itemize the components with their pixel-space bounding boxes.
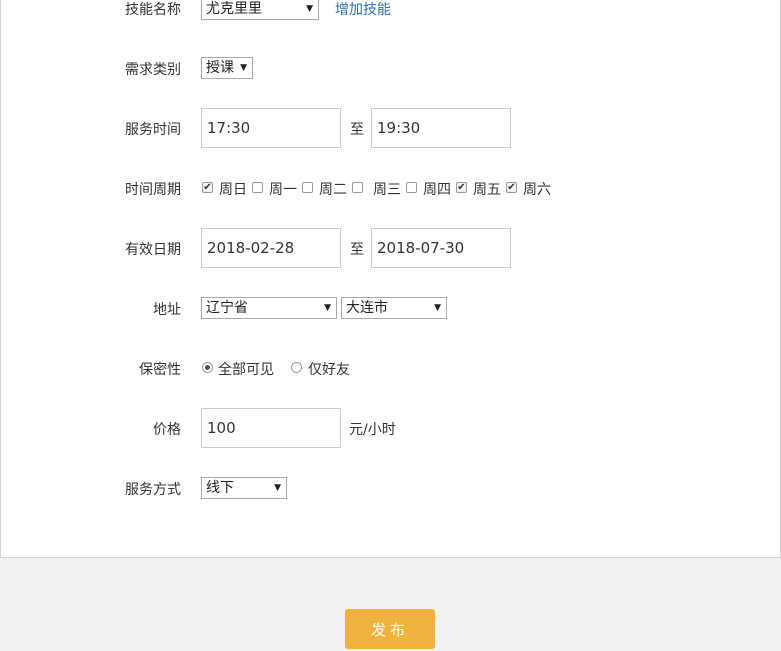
province-select-value: 辽宁省 [206,300,248,316]
skill-select[interactable]: 尤克里里 ▼ [201,0,319,20]
valid-start-input[interactable]: 2018-02-28 [201,228,341,268]
form-panel [0,0,781,558]
radio-public-label: 全部可见 [218,362,274,378]
skill-select-value: 尤克里里 [206,1,262,17]
checkbox-saturday[interactable]: ✔ [506,182,517,193]
city-select[interactable]: 大连市 ▼ [341,297,447,319]
privacy-label: 保密性 [139,362,181,378]
checkbox-monday[interactable] [252,182,263,193]
chevron-down-icon: ▼ [434,303,441,313]
demand-select[interactable]: 授课 ▼ [201,57,253,79]
valid-date-separator: 至 [350,242,364,258]
service-time-label: 服务时间 [125,122,181,138]
address-label: 地址 [153,302,181,318]
checkbox-monday-label: 周一 [269,182,297,198]
add-skill-link[interactable]: 增加技能 [335,0,391,20]
city-select-value: 大连市 [346,300,388,316]
checkbox-thursday-label: 周四 [423,182,451,198]
checkbox-friday-label: 周五 [473,182,501,198]
skill-label: 技能名称 [125,2,181,18]
service-mode-select[interactable]: 线下 ▼ [201,477,287,499]
checkbox-sunday-label: 周日 [219,182,247,198]
chevron-down-icon: ▼ [274,483,281,493]
service-time-separator: 至 [350,122,364,138]
checkbox-tuesday[interactable] [302,182,313,193]
checkbox-tuesday-label: 周二 [319,182,347,198]
demand-select-value: 授课 [206,60,234,76]
checkbox-friday[interactable]: ✔ [456,182,467,193]
province-select[interactable]: 辽宁省 ▼ [201,297,337,319]
checkbox-thursday[interactable] [406,182,417,193]
price-input[interactable]: 100 [201,408,341,448]
price-label: 价格 [153,422,181,438]
service-mode-label: 服务方式 [125,482,181,498]
publish-button[interactable]: 发布 [345,609,435,649]
checkbox-sunday[interactable]: ✔ [202,182,213,193]
checkbox-wednesday-label: 周三 [373,182,401,198]
chevron-down-icon: ▼ [306,4,313,14]
price-unit: 元/小时 [349,422,396,438]
checkbox-saturday-label: 周六 [523,182,551,198]
demand-label: 需求类别 [125,62,181,78]
service-end-input[interactable]: 19:30 [371,108,511,148]
valid-end-input[interactable]: 2018-07-30 [371,228,511,268]
radio-friends[interactable] [291,362,302,373]
chevron-down-icon: ▼ [324,303,331,313]
checkbox-wednesday[interactable] [352,182,363,193]
radio-public[interactable] [202,362,213,373]
radio-friends-label: 仅好友 [308,362,350,378]
service-mode-select-value: 线下 [206,480,234,496]
chevron-down-icon: ▼ [240,63,247,73]
period-label: 时间周期 [125,182,181,198]
valid-date-label: 有效日期 [125,242,181,258]
service-start-input[interactable]: 17:30 [201,108,341,148]
